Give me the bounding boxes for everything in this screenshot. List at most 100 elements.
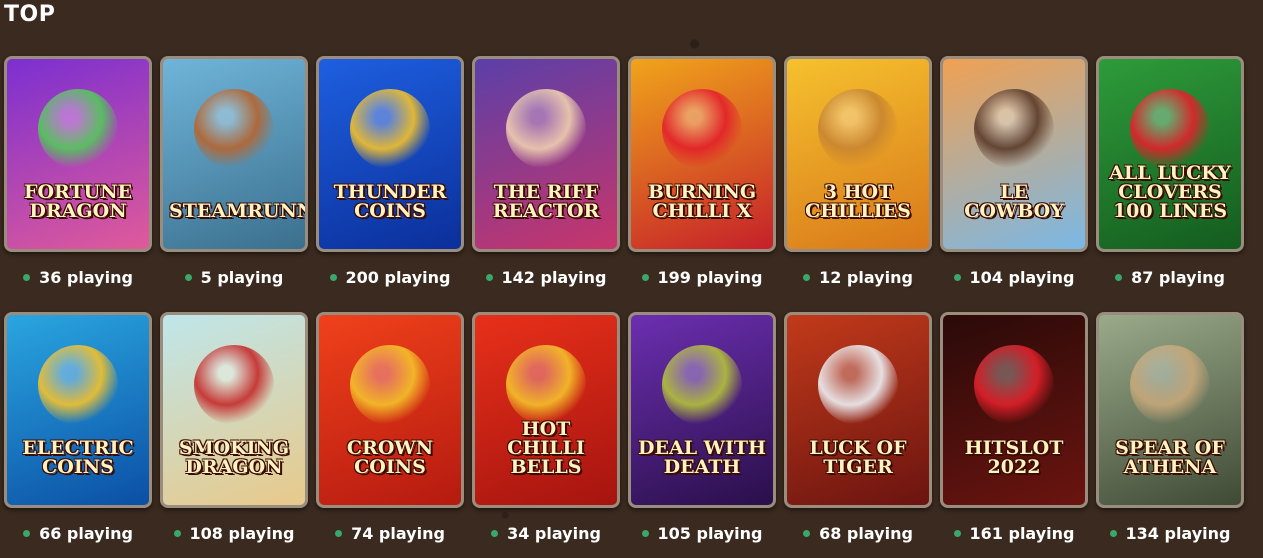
- game-thumbnail[interactable]: The Riff Reactor: [472, 56, 620, 252]
- game-title: Fortune Dragon: [23, 181, 133, 222]
- online-dot-icon: [184, 273, 192, 281]
- white-tiger-art: [818, 345, 898, 425]
- game-thumbnail[interactable]: Luck of Tiger: [784, 312, 932, 508]
- player-count-label: 199 playing: [657, 267, 763, 287]
- game-thumbnail[interactable]: Thunder Coins: [316, 56, 464, 252]
- player-count-label: 36 playing: [39, 267, 133, 287]
- player-count: 134 playing: [1096, 508, 1244, 558]
- online-dot-icon: [329, 273, 337, 281]
- adventurers-art: [194, 89, 274, 169]
- lightning-coin-art: [350, 89, 430, 169]
- game-tile[interactable]: All Lucky Clovers 100 Lines 87 playing: [1096, 56, 1244, 302]
- player-count: 12 playing: [784, 252, 932, 302]
- player-count: 199 playing: [628, 252, 776, 302]
- player-count-label: 105 playing: [657, 523, 763, 543]
- game-tile[interactable]: Hot Chilli Bells 34 playing: [472, 312, 620, 558]
- online-dot-icon: [641, 273, 649, 281]
- player-count: 108 playing: [160, 508, 308, 558]
- online-dot-icon: [803, 529, 811, 537]
- player-count: 104 playing: [940, 252, 1088, 302]
- game-thumbnail[interactable]: All Lucky Clovers 100 Lines: [1096, 56, 1244, 252]
- section-title: TOP: [4, 2, 56, 27]
- dragon-art: [38, 89, 118, 169]
- game-thumbnail[interactable]: Steamrunners: [160, 56, 308, 252]
- cherries-art: [1130, 89, 1210, 169]
- rock-scientist-art: [506, 89, 586, 169]
- online-dot-icon: [173, 529, 181, 537]
- game-tile[interactable]: Smoking Dragon 108 playing: [160, 312, 308, 558]
- game-thumbnail[interactable]: Hot Chilli Bells: [472, 312, 620, 508]
- fruit-coins-art: [350, 345, 430, 425]
- player-count-label: 66 playing: [39, 523, 133, 543]
- player-count: 68 playing: [784, 508, 932, 558]
- player-count: 34 playing: [472, 508, 620, 558]
- electric-coin-art: [38, 345, 118, 425]
- game-tile[interactable]: Burning Chilli X 199 playing: [628, 56, 776, 302]
- player-count-label: 34 playing: [507, 523, 601, 543]
- player-count-label: 104 playing: [969, 267, 1075, 287]
- game-tile[interactable]: Luck of Tiger 68 playing: [784, 312, 932, 558]
- player-count-label: 108 playing: [189, 523, 295, 543]
- game-thumbnail[interactable]: Crown Coins: [316, 312, 464, 508]
- game-title: Le Cowboy: [964, 181, 1064, 222]
- player-count-label: 68 playing: [819, 523, 913, 543]
- game-thumbnail[interactable]: Spear of Athena: [1096, 312, 1244, 508]
- game-tile[interactable]: Thunder Coins 200 playing: [316, 56, 464, 302]
- online-dot-icon: [485, 273, 493, 281]
- player-count: 74 playing: [316, 508, 464, 558]
- game-tile[interactable]: Steamrunners 5 playing: [160, 56, 308, 302]
- game-title: Deal With Death: [638, 437, 766, 478]
- online-dot-icon: [953, 529, 961, 537]
- game-tile[interactable]: Le Cowboy 104 playing: [940, 56, 1088, 302]
- game-title: Hot Chilli Bells: [507, 418, 585, 478]
- player-count-label: 12 playing: [819, 267, 913, 287]
- game-title: Luck of Tiger: [809, 437, 907, 478]
- game-title: Electric Coins: [22, 437, 134, 478]
- online-dot-icon: [1115, 273, 1123, 281]
- game-thumbnail[interactable]: Le Cowboy: [940, 56, 1088, 252]
- player-count: 5 playing: [160, 252, 308, 302]
- player-count: 66 playing: [4, 508, 152, 558]
- player-count-label: 200 playing: [345, 267, 451, 287]
- game-tile[interactable]: Hitslot 2022 161 playing: [940, 312, 1088, 558]
- online-dot-icon: [335, 529, 343, 537]
- game-title: Smoking Dragon: [178, 437, 290, 478]
- game-thumbnail[interactable]: Burning Chilli X: [628, 56, 776, 252]
- game-tile[interactable]: The Riff Reactor 142 playing: [472, 56, 620, 302]
- online-dot-icon: [803, 273, 811, 281]
- online-dot-icon: [23, 273, 31, 281]
- mariachi-art: [818, 89, 898, 169]
- player-count: 105 playing: [628, 508, 776, 558]
- game-title: Burning Chilli X: [647, 181, 757, 222]
- game-title: Crown Coins: [346, 437, 434, 478]
- game-tile[interactable]: Fortune Dragon 36 playing: [4, 56, 152, 302]
- game-thumbnail[interactable]: Fortune Dragon: [4, 56, 152, 252]
- game-title: Hitslot 2022: [964, 437, 1064, 478]
- player-count: 200 playing: [316, 252, 464, 302]
- online-dot-icon: [1109, 529, 1117, 537]
- game-thumbnail[interactable]: Electric Coins: [4, 312, 152, 508]
- game-tile[interactable]: 3 Hot Chillies 12 playing: [784, 56, 932, 302]
- game-tile[interactable]: Electric Coins 66 playing: [4, 312, 152, 558]
- game-tile[interactable]: Deal With Death 105 playing: [628, 312, 776, 558]
- seven-fruits-art: [974, 345, 1054, 425]
- player-count-label: 74 playing: [351, 523, 445, 543]
- game-tile[interactable]: Crown Coins 74 playing: [316, 312, 464, 558]
- smoking-dragon-art: [194, 345, 274, 425]
- game-thumbnail[interactable]: Deal With Death: [628, 312, 776, 508]
- games-grid: Fortune Dragon 36 playing Steamrunners 5…: [4, 56, 1244, 558]
- player-count: 36 playing: [4, 252, 152, 302]
- game-thumbnail[interactable]: Smoking Dragon: [160, 312, 308, 508]
- skeletons-art: [662, 345, 742, 425]
- game-tile[interactable]: Spear of Athena 134 playing: [1096, 312, 1244, 558]
- player-count: 161 playing: [940, 508, 1088, 558]
- game-thumbnail[interactable]: 3 Hot Chillies: [784, 56, 932, 252]
- online-dot-icon: [491, 529, 499, 537]
- cowboy-raccoon-art: [974, 89, 1054, 169]
- player-count: 87 playing: [1096, 252, 1244, 302]
- game-title: Thunder Coins: [333, 181, 447, 222]
- online-dot-icon: [23, 529, 31, 537]
- game-thumbnail[interactable]: Hitslot 2022: [940, 312, 1088, 508]
- game-title: 3 Hot Chillies: [805, 181, 911, 222]
- athena-warrior-art: [1130, 345, 1210, 425]
